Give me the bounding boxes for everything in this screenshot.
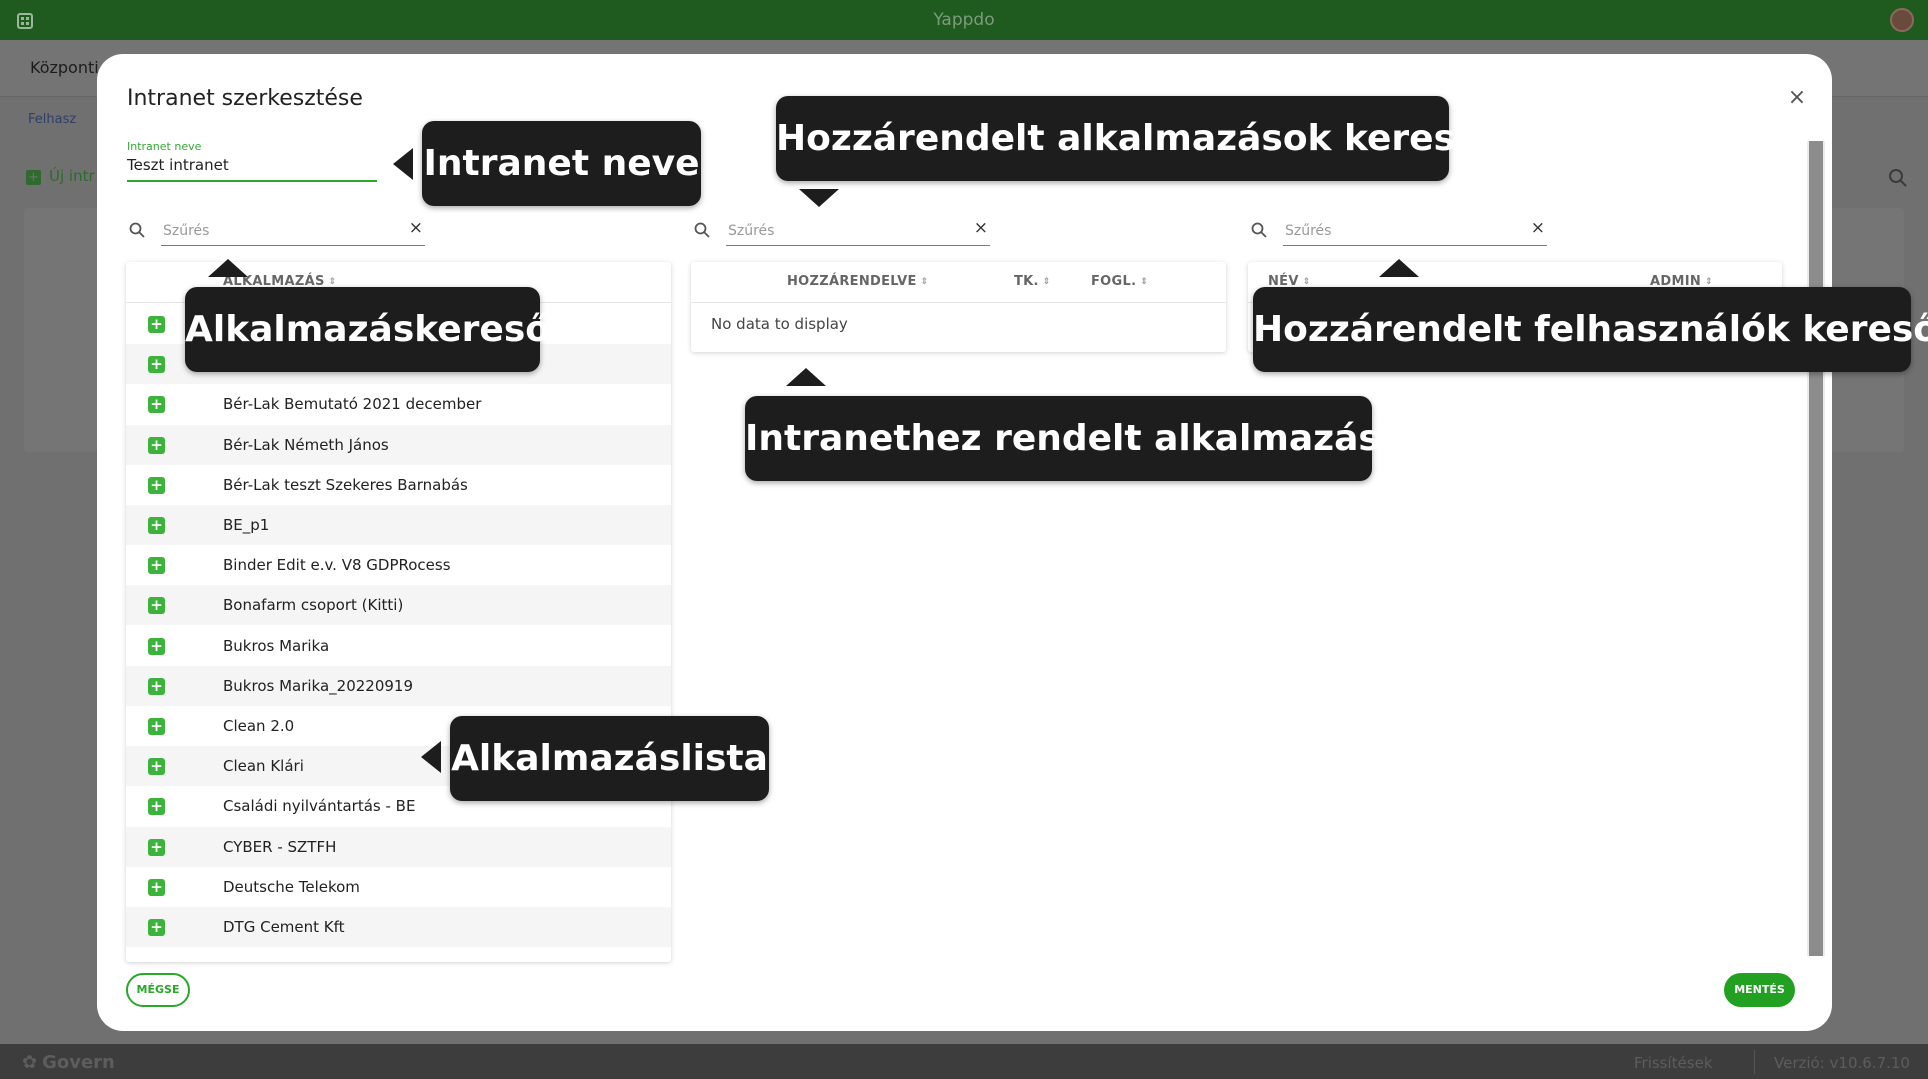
application-row[interactable]: + CYBER - SZTFH: [126, 826, 671, 867]
add-icon[interactable]: +: [148, 798, 165, 816]
assigned-app-search-input[interactable]: Szűrés ×: [694, 218, 990, 246]
callout-assigned-apps: Intranethez rendelt alkalmazások: [745, 396, 1429, 481]
application-row[interactable]: + BE_p1: [126, 505, 671, 545]
add-icon[interactable]: +: [148, 476, 165, 494]
footer-divider: [1754, 1050, 1755, 1074]
application-row[interactable]: + Bukros Marika_20220919: [126, 665, 671, 706]
add-icon[interactable]: +: [148, 718, 165, 735]
callout-app-list: Alkalmazáslista: [450, 716, 769, 801]
user-avatar[interactable]: [1890, 8, 1914, 32]
callout-arrow: [786, 368, 826, 386]
govern-logo: Govern: [22, 1052, 115, 1073]
add-icon[interactable]: +: [148, 597, 165, 615]
close-icon[interactable]: ×: [1787, 87, 1807, 109]
user-search-input[interactable]: Szűrés ×: [1251, 218, 1547, 246]
clear-icon[interactable]: ×: [409, 218, 423, 238]
search-icon: [694, 222, 710, 238]
add-icon[interactable]: +: [148, 919, 165, 936]
app-title: Yappdo: [933, 10, 995, 30]
search-icon: [129, 222, 145, 238]
application-row[interactable]: + Bukros Marika: [126, 626, 671, 666]
footer: Govern Frissítések Verzió: v10.6.7.10: [0, 1044, 1928, 1079]
callout-arrow: [799, 189, 839, 207]
application-name: Binder Edit e.v. V8 GDPRocess: [223, 556, 451, 575]
add-icon[interactable]: +: [148, 356, 165, 374]
assigned-apps-panel: HOZZÁRENDELVE ⇕ TK. ⇕ FOGL. ⇕ No data to di…: [691, 262, 1226, 352]
new-intranet-button[interactable]: Új intr: [26, 167, 95, 185]
application-name: Clean Klári: [223, 757, 304, 776]
user-search-placeholder: Szűrés: [1285, 223, 1332, 239]
add-icon[interactable]: +: [148, 878, 165, 896]
application-row[interactable]: + Binder Edit e.v. V8 GDPRocess: [126, 545, 671, 585]
application-name: BE_p1: [223, 516, 270, 534]
add-icon[interactable]: +: [148, 637, 165, 655]
background-page-title: Központi: [30, 58, 99, 77]
application-name: Bér-Lak teszt Szekeres Barnabás: [223, 475, 468, 494]
callout-app-search: Alkalmazáskereső: [185, 287, 550, 372]
updates-link[interactable]: Frissítések: [1634, 1054, 1713, 1072]
app-search-placeholder: Szűrés: [163, 223, 210, 239]
application-row[interactable]: + Deutsche Telekom: [126, 867, 671, 907]
application-name: Bukros Marika: [223, 636, 330, 655]
callout-intranet-name: Intranet neve: [422, 121, 701, 206]
intranet-name-label: Intranet neve: [127, 140, 202, 153]
edit-intranet-modal: Intranet szerkesztése × Intranet neve Te…: [97, 54, 1832, 1031]
search-icon[interactable]: [1888, 168, 1908, 188]
add-icon[interactable]: +: [148, 677, 165, 695]
callout-arrow: [421, 741, 441, 773]
header-divider: [691, 302, 1226, 303]
save-button[interactable]: MENTÉS: [1724, 973, 1795, 1007]
add-icon[interactable]: +: [148, 838, 165, 856]
application-row[interactable]: + Bonafarm csoport (Kitti): [126, 585, 671, 626]
tab-users[interactable]: Felhasz: [28, 112, 76, 127]
clear-icon[interactable]: ×: [1531, 218, 1545, 238]
fogl-column-header[interactable]: FOGL. ⇕: [1091, 274, 1148, 289]
tk-column-header[interactable]: TK. ⇕: [1014, 274, 1051, 289]
application-name: DTG Cement Kft: [223, 918, 345, 936]
scrollbar-thumb[interactable]: [1809, 141, 1823, 956]
application-name: Deutsche Telekom: [223, 877, 360, 896]
application-row[interactable]: + Bér-Lak Bemutató 2021 december: [126, 384, 671, 424]
application-name: Bukros Marika_20220919: [223, 676, 414, 695]
application-name: CYBER - SZTFH: [223, 837, 337, 856]
app-search-input[interactable]: Szűrés ×: [129, 218, 425, 246]
empty-state-text: No data to display: [711, 315, 848, 333]
application-row[interactable]: + DTG Cement Kft: [126, 907, 671, 947]
modal-scrollbar[interactable]: [1807, 141, 1825, 956]
add-icon[interactable]: +: [148, 436, 165, 454]
add-icon[interactable]: +: [148, 396, 165, 414]
intranet-name-value[interactable]: Teszt intranet: [127, 156, 229, 174]
assigned-column-header[interactable]: HOZZÁRENDELVE ⇕: [787, 274, 928, 289]
callout-assigned-search: Hozzárendelt alkalmazások keresője: [776, 96, 1517, 181]
add-icon[interactable]: +: [148, 557, 165, 575]
add-icon[interactable]: +: [148, 517, 165, 534]
clear-icon[interactable]: ×: [974, 218, 988, 238]
version-label: Verzió: v10.6.7.10: [1774, 1054, 1910, 1072]
application-row[interactable]: + Bér-Lak teszt Szekeres Barnabás: [126, 465, 671, 505]
application-name: Bér-Lak Bemutató 2021 december: [223, 395, 482, 414]
application-name: Clean 2.0: [223, 717, 295, 735]
intranet-name-field[interactable]: Intranet neve Teszt intranet: [127, 140, 377, 182]
callout-arrow: [1379, 259, 1419, 277]
application-name: Családi nyilvántartás - BE: [223, 797, 416, 816]
callout-user-search: Hozzárendelt felhasználók keresője: [1253, 287, 1928, 372]
add-icon[interactable]: +: [148, 316, 165, 333]
callout-arrow: [208, 259, 248, 277]
assigned-app-search-placeholder: Szűrés: [728, 223, 775, 239]
application-name: Bonafarm csoport (Kitti): [223, 596, 404, 615]
application-name: Bér-Lak Németh János: [223, 435, 389, 454]
cancel-button[interactable]: MÉGSE: [126, 973, 190, 1007]
top-bar: Yappdo: [0, 0, 1928, 40]
callout-arrow: [393, 148, 413, 180]
search-icon: [1251, 222, 1267, 238]
add-icon[interactable]: +: [148, 758, 165, 776]
application-row[interactable]: + Bér-Lak Németh János: [126, 424, 671, 465]
modal-title: Intranet szerkesztése: [127, 86, 363, 111]
